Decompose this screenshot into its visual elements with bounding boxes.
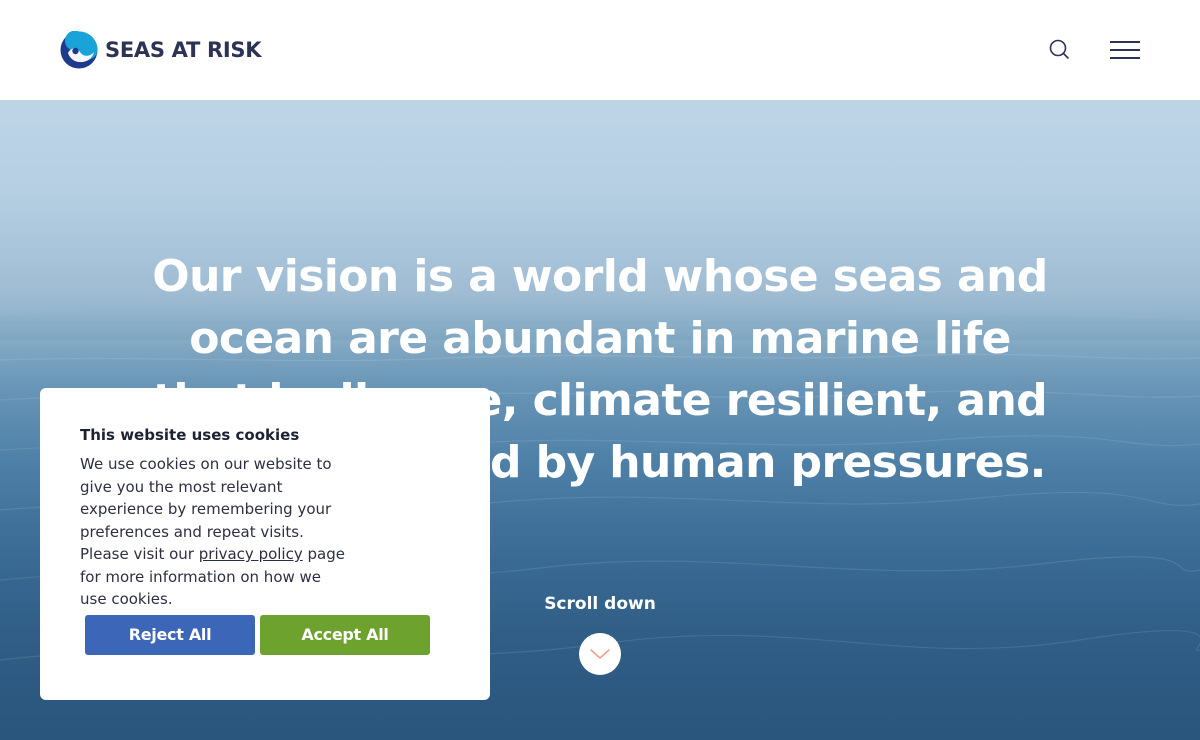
menu-button[interactable] — [1108, 38, 1142, 62]
cookie-dialog-text: We use cookies on our website to give yo… — [80, 453, 345, 611]
scroll-down-label[interactable]: Scroll down — [500, 594, 700, 614]
site-logo[interactable]: SEAS AT RISK — [60, 31, 262, 69]
search-icon — [1049, 39, 1069, 59]
privacy-policy-link[interactable]: privacy policy — [199, 545, 303, 563]
reject-all-button[interactable]: Reject All — [85, 615, 255, 655]
accept-all-button[interactable]: Accept All — [260, 615, 430, 655]
site-header: SEAS AT RISK — [0, 0, 1200, 100]
hamburger-line — [1110, 57, 1140, 59]
search-button[interactable] — [1046, 36, 1072, 62]
hamburger-menu-icon — [1110, 41, 1140, 43]
cookie-dialog-title: This website uses cookies — [80, 426, 300, 444]
wave-logo-icon — [60, 31, 98, 69]
scroll-down-button[interactable] — [579, 633, 621, 675]
cookie-consent-dialog: This website uses cookies We use cookies… — [40, 388, 490, 700]
hamburger-line — [1110, 49, 1140, 51]
chevron-down-icon — [590, 649, 610, 659]
logo-wordmark: SEAS AT RISK — [105, 38, 262, 62]
